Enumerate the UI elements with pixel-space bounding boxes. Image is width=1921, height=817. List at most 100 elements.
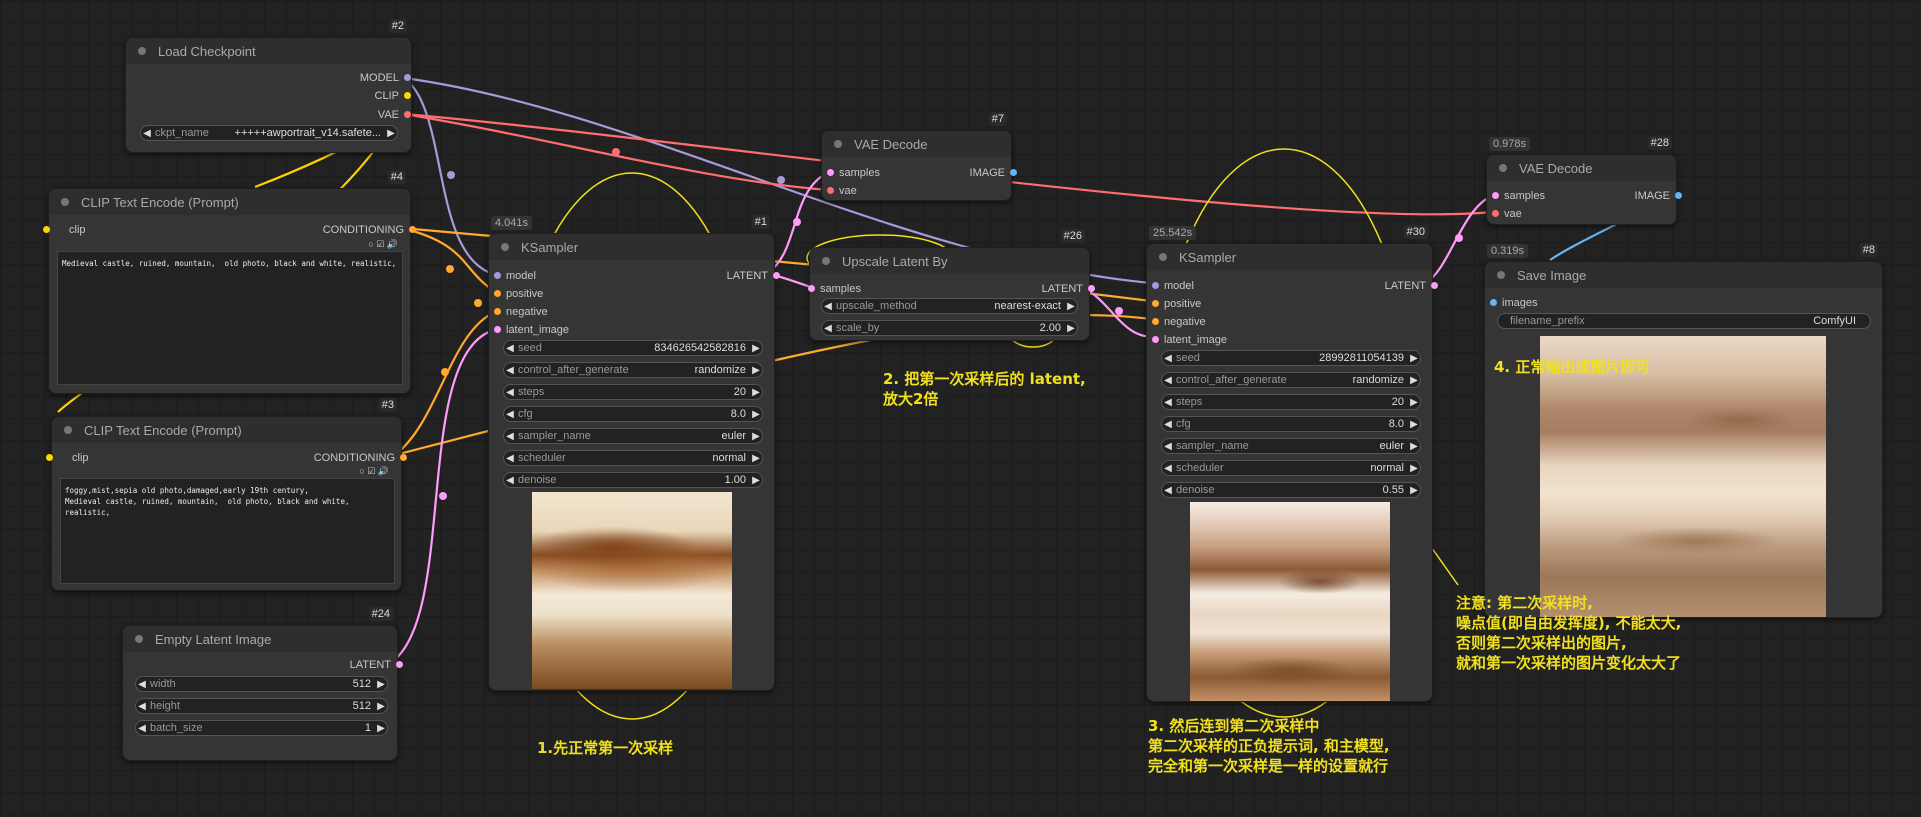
widget-steps[interactable]: ◀ steps 20 ▶ xyxy=(1161,394,1421,410)
input-samples[interactable]: samples xyxy=(1492,189,1545,203)
input-latent-image[interactable]: latent_image xyxy=(494,323,569,337)
widget-denoise[interactable]: ◀ denoise 0.55 ▶ xyxy=(1161,482,1421,498)
output-conditioning[interactable]: CONDITIONING xyxy=(314,451,407,465)
output-model[interactable]: MODEL xyxy=(360,71,411,85)
output-image[interactable]: IMAGE xyxy=(970,166,1017,180)
output-vae[interactable]: VAE xyxy=(378,108,411,122)
output-latent[interactable]: LATENT xyxy=(727,269,780,283)
collapse-dot-icon[interactable] xyxy=(1159,253,1167,261)
widget-cfg[interactable]: ◀ cfg 8.0 ▶ xyxy=(1161,416,1421,432)
node-empty-latent-image[interactable]: #24 Empty Latent Image LATENT ◀ width 512 ▶… xyxy=(122,607,403,761)
node-upscale-latent-by[interactable]: #26 Upscale Latent By samples LATENT ◀ up… xyxy=(808,229,1095,341)
input-positive[interactable]: positive xyxy=(494,287,543,301)
widget-sampler-name[interactable]: ◀ sampler_name euler ▶ xyxy=(1161,438,1421,454)
input-vae[interactable]: vae xyxy=(827,184,857,198)
node-ksampler-2[interactable]: 25.542s #30 KSampler model positive nega… xyxy=(1146,225,1438,702)
node-title: Save Image xyxy=(1517,267,1587,283)
annotation-step-4: 4. 正常输出成图片即可 xyxy=(1494,358,1651,376)
node-ksampler-1[interactable]: 4.041s #1 KSampler model positive negati… xyxy=(488,215,780,691)
node-title-bar[interactable]: Empty Latent Image xyxy=(123,626,397,652)
node-id: #8 xyxy=(1859,243,1878,257)
preview-image xyxy=(1190,502,1390,701)
node-title-bar[interactable]: Load Checkpoint xyxy=(126,38,411,64)
collapse-dot-icon[interactable] xyxy=(501,243,509,251)
collapse-dot-icon[interactable] xyxy=(61,198,69,206)
widget-height[interactable]: ◀ height 512 ▶ xyxy=(135,698,388,714)
node-id: #28 xyxy=(1647,136,1672,150)
input-clip[interactable]: clip xyxy=(43,223,86,237)
input-positive[interactable]: positive xyxy=(1152,297,1201,311)
widget-upscale-method[interactable]: ◀ upscale_method nearest-exact ▶ xyxy=(821,298,1078,314)
collapse-dot-icon[interactable] xyxy=(822,257,830,265)
widget-denoise[interactable]: ◀ denoise 1.00 ▶ xyxy=(503,472,763,488)
widget-steps[interactable]: ◀ steps 20 ▶ xyxy=(503,384,763,400)
widget-scheduler[interactable]: ◀ scheduler normal ▶ xyxy=(1161,460,1421,476)
widget-control-after-generate[interactable]: ◀ control_after_generate randomize ▶ xyxy=(503,362,763,378)
node-vae-decode-1[interactable]: #7 VAE Decode samples vae IMAGE xyxy=(821,112,1017,201)
node-title-bar[interactable]: VAE Decode xyxy=(822,131,1011,157)
widget-sampler-name[interactable]: ◀ sampler_name euler ▶ xyxy=(503,428,763,444)
arrow-left-icon[interactable]: ◀ xyxy=(141,128,153,139)
node-title-bar[interactable]: Save Image xyxy=(1485,262,1882,288)
widget-scheduler[interactable]: ◀ scheduler normal ▶ xyxy=(503,450,763,466)
node-clip-text-encode-positive[interactable]: #4 CLIP Text Encode (Prompt) clip CONDIT… xyxy=(43,170,416,394)
widget-ckpt-name[interactable]: ◀ ckpt_name +++++awportrait_v14.safete..… xyxy=(140,125,398,141)
output-latent[interactable]: LATENT xyxy=(350,658,403,672)
collapse-dot-icon[interactable] xyxy=(834,140,842,148)
node-timing: 4.041s xyxy=(491,216,533,230)
output-image[interactable]: IMAGE xyxy=(1635,189,1682,203)
widget-control-after-generate[interactable]: ◀ control_after_generate randomize ▶ xyxy=(1161,372,1421,388)
node-timing: 25.542s xyxy=(1149,226,1197,240)
node-id: #1 xyxy=(751,215,770,229)
collapse-dot-icon[interactable] xyxy=(138,47,146,55)
node-title-bar[interactable]: CLIP Text Encode (Prompt) xyxy=(52,417,401,443)
arrow-right-icon[interactable]: ▶ xyxy=(385,128,397,139)
node-title-bar[interactable]: VAE Decode xyxy=(1487,155,1676,181)
prompt-textarea[interactable]: foggy,mist,sepia old photo,damaged,early… xyxy=(60,478,395,584)
widget-seed[interactable]: ◀ seed 28992811054139 ▶ xyxy=(1161,350,1421,366)
prompt-textarea[interactable]: Medieval castle, ruined, mountain, old p… xyxy=(57,251,403,385)
collapse-dot-icon[interactable] xyxy=(135,635,143,643)
node-title-bar[interactable]: CLIP Text Encode (Prompt) xyxy=(49,189,410,215)
collapse-dot-icon[interactable] xyxy=(64,426,72,434)
input-samples[interactable]: samples xyxy=(808,282,861,296)
input-clip[interactable]: clip xyxy=(46,451,89,465)
output-latent[interactable]: LATENT xyxy=(1385,279,1438,293)
widget-filename-prefix[interactable]: filename_prefix ComfyUI xyxy=(1497,313,1871,329)
node-clip-text-encode-negative[interactable]: #3 CLIP Text Encode (Prompt) clip CONDIT… xyxy=(46,398,407,591)
output-latent[interactable]: LATENT xyxy=(1042,282,1095,296)
collapse-dot-icon[interactable] xyxy=(1497,271,1505,279)
output-clip[interactable]: CLIP xyxy=(375,89,411,103)
widget-cfg[interactable]: ◀ cfg 8.0 ▶ xyxy=(503,406,763,422)
node-save-image[interactable]: 0.319s #8 Save Image images filename_pre… xyxy=(1484,243,1883,618)
collapse-dot-icon[interactable] xyxy=(1499,164,1507,172)
widget-batch-size[interactable]: ◀ batch_size 1 ▶ xyxy=(135,720,388,736)
input-negative[interactable]: negative xyxy=(494,305,548,319)
node-id: #4 xyxy=(387,170,406,184)
node-title: KSampler xyxy=(1179,249,1237,265)
output-conditioning[interactable]: CONDITIONING xyxy=(323,223,416,237)
node-title: VAE Decode xyxy=(1519,160,1593,176)
input-vae[interactable]: vae xyxy=(1492,207,1522,221)
node-timing: 0.978s xyxy=(1489,137,1531,151)
input-model[interactable]: model xyxy=(1152,279,1194,293)
node-title-bar[interactable]: KSampler xyxy=(1147,244,1432,270)
widget-width[interactable]: ◀ width 512 ▶ xyxy=(135,676,388,692)
node-vae-decode-2[interactable]: 0.978s #28 VAE Decode samples vae IMAGE xyxy=(1486,136,1682,225)
node-title: VAE Decode xyxy=(854,136,928,152)
node-title-bar[interactable]: KSampler xyxy=(489,234,774,260)
node-id: #7 xyxy=(988,112,1007,126)
widget-seed[interactable]: ◀ seed 834626542582816 ▶ xyxy=(503,340,763,356)
input-negative[interactable]: negative xyxy=(1152,315,1206,329)
prompt-toolbar-icons[interactable]: ○ ☑ 🔊 xyxy=(368,239,398,250)
wire-cond-pos-k1 xyxy=(401,226,498,294)
input-images[interactable]: images xyxy=(1490,296,1537,310)
node-load-checkpoint[interactable]: #2 Load Checkpoint MODEL CLIP VAE ◀ ckpt… xyxy=(125,19,412,153)
widget-scale-by[interactable]: ◀ scale_by 2.00 ▶ xyxy=(821,320,1078,336)
input-latent-image[interactable]: latent_image xyxy=(1152,333,1227,347)
prompt-toolbar-icons[interactable]: ○ ☑ 🔊 xyxy=(359,466,389,477)
input-model[interactable]: model xyxy=(494,269,536,283)
node-title-bar[interactable]: Upscale Latent By xyxy=(810,248,1089,274)
input-samples[interactable]: samples xyxy=(827,166,880,180)
node-title: KSampler xyxy=(521,239,579,255)
